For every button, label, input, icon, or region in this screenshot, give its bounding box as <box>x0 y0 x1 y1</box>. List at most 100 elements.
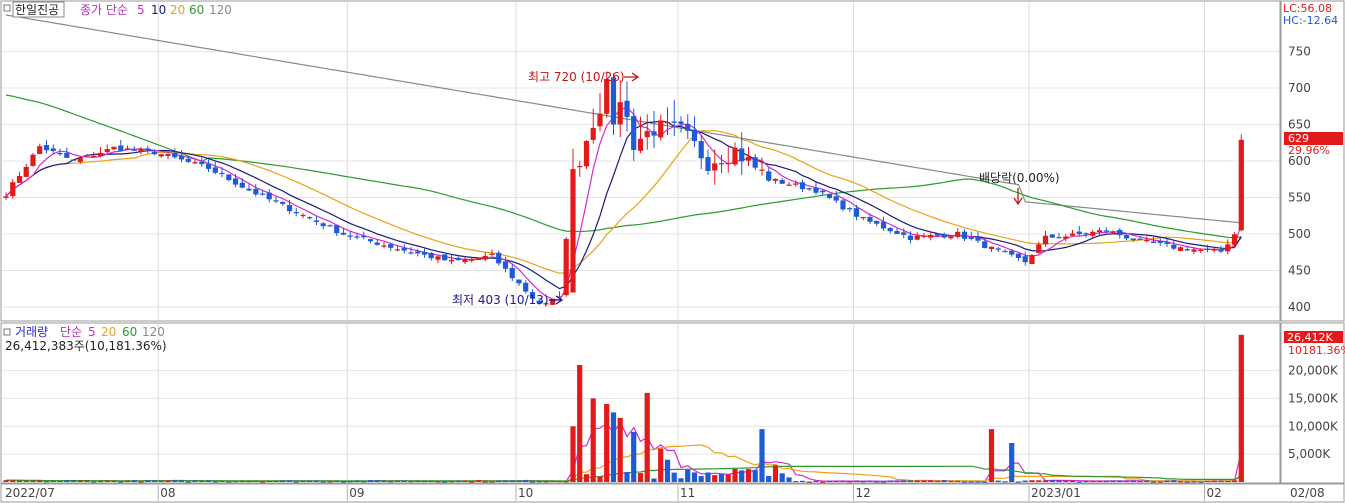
candle-body <box>77 158 83 162</box>
date-tick-label: 02 <box>1207 486 1222 500</box>
candle-body <box>799 182 806 190</box>
candle-body <box>408 252 414 254</box>
volume-toggle-icon[interactable] <box>3 328 11 336</box>
volume-bar <box>988 429 995 482</box>
volume-bar <box>37 480 43 482</box>
candle-body <box>1171 244 1177 249</box>
volume-bar <box>982 481 988 483</box>
candle-body <box>914 235 920 240</box>
volume-bar <box>43 481 50 483</box>
volume-bar <box>874 481 880 483</box>
candle-body <box>50 148 56 151</box>
price-tick-label: 750 <box>1288 45 1311 59</box>
candle-body <box>320 223 326 227</box>
volume-bar <box>853 480 860 482</box>
volume-bar <box>907 480 914 482</box>
candle-body <box>354 236 360 238</box>
candle-body <box>266 192 272 200</box>
candle-body <box>428 253 434 259</box>
candle-body <box>300 214 306 217</box>
volume-bar <box>1096 480 1103 482</box>
candle-body <box>833 196 839 201</box>
candle-body <box>806 188 812 190</box>
volume-bar <box>293 481 299 483</box>
volume-bar <box>604 404 610 482</box>
volume-bar <box>867 480 873 482</box>
volume-bar <box>1090 480 1096 482</box>
volume-bar <box>307 480 313 482</box>
volume-title: 거래량 <box>15 325 48 339</box>
candle-body <box>853 208 860 217</box>
volume-bar <box>448 481 455 483</box>
candle-body <box>826 194 833 198</box>
candle-body <box>462 259 468 263</box>
volume-bar <box>914 480 920 482</box>
volume-bar <box>1198 481 1204 483</box>
volume-bar <box>631 431 637 482</box>
candle-body <box>111 146 117 150</box>
volume-bar <box>482 481 488 483</box>
candle-body <box>435 256 441 260</box>
candle-body <box>624 100 630 117</box>
volume-bar <box>806 481 812 483</box>
volume-bar <box>1130 480 1136 482</box>
candle-body <box>489 253 495 255</box>
volume-bar <box>286 480 293 482</box>
volume-bar <box>388 481 394 483</box>
candle-body <box>1150 241 1157 243</box>
volume-bar <box>847 481 853 483</box>
ma-period-60: 60 <box>189 3 204 17</box>
candle-body <box>786 184 792 186</box>
vol-ma-period-5: 5 <box>88 325 96 339</box>
candle-body <box>226 174 232 181</box>
candle-body <box>759 169 765 171</box>
low-annotation: 최저 403 (10/13) <box>452 293 549 307</box>
volume-bar <box>354 480 360 482</box>
volume-bar <box>381 480 387 482</box>
candle-body <box>739 148 745 162</box>
volume-bar <box>563 481 569 483</box>
candle-body <box>570 169 576 293</box>
volume-bar <box>111 480 117 482</box>
price-tick-label: 550 <box>1288 191 1311 205</box>
volume-bar <box>529 481 536 483</box>
volume-tick-label: 5,000K <box>1288 447 1331 461</box>
candle-body <box>1137 238 1143 240</box>
candle-body <box>563 238 569 296</box>
date-tick-label: 2023/01 <box>1031 486 1081 500</box>
date-axis-panel <box>0 483 1345 503</box>
volume-bar <box>1218 480 1224 482</box>
volume-bar <box>374 480 380 482</box>
volume-bar <box>408 481 414 483</box>
volume-bar <box>671 472 677 482</box>
volume-bar <box>617 417 623 482</box>
volume-bar <box>192 480 198 482</box>
volume-bar <box>502 480 509 482</box>
candle-body <box>516 279 522 284</box>
volume-bar <box>590 398 596 482</box>
volume-bar <box>219 481 225 482</box>
candle-body <box>948 236 954 239</box>
candle-body <box>57 153 63 155</box>
volume-bar <box>104 480 110 482</box>
candle-body <box>1103 230 1109 232</box>
panel-toggle-icon[interactable] <box>3 4 11 12</box>
volume-bar <box>941 480 947 482</box>
candle-body <box>752 157 758 168</box>
candle-body <box>874 220 880 224</box>
volume-bar <box>226 481 232 483</box>
candle-body <box>934 233 941 236</box>
candle-body <box>97 152 104 156</box>
volume-bar <box>894 480 900 482</box>
candle-body <box>671 121 677 123</box>
candle-body <box>1009 250 1015 255</box>
volume-tick-label: 20,000K <box>1288 364 1339 378</box>
volume-bar <box>1137 481 1143 483</box>
date-tick-label: 02/08 <box>1290 486 1325 500</box>
volume-bar <box>462 480 468 482</box>
volume-bar <box>1110 480 1116 482</box>
candle-body <box>1218 249 1224 252</box>
candle-body <box>1049 234 1055 238</box>
candle-body <box>941 235 947 238</box>
current-volume: 26,412K <box>1287 331 1333 344</box>
